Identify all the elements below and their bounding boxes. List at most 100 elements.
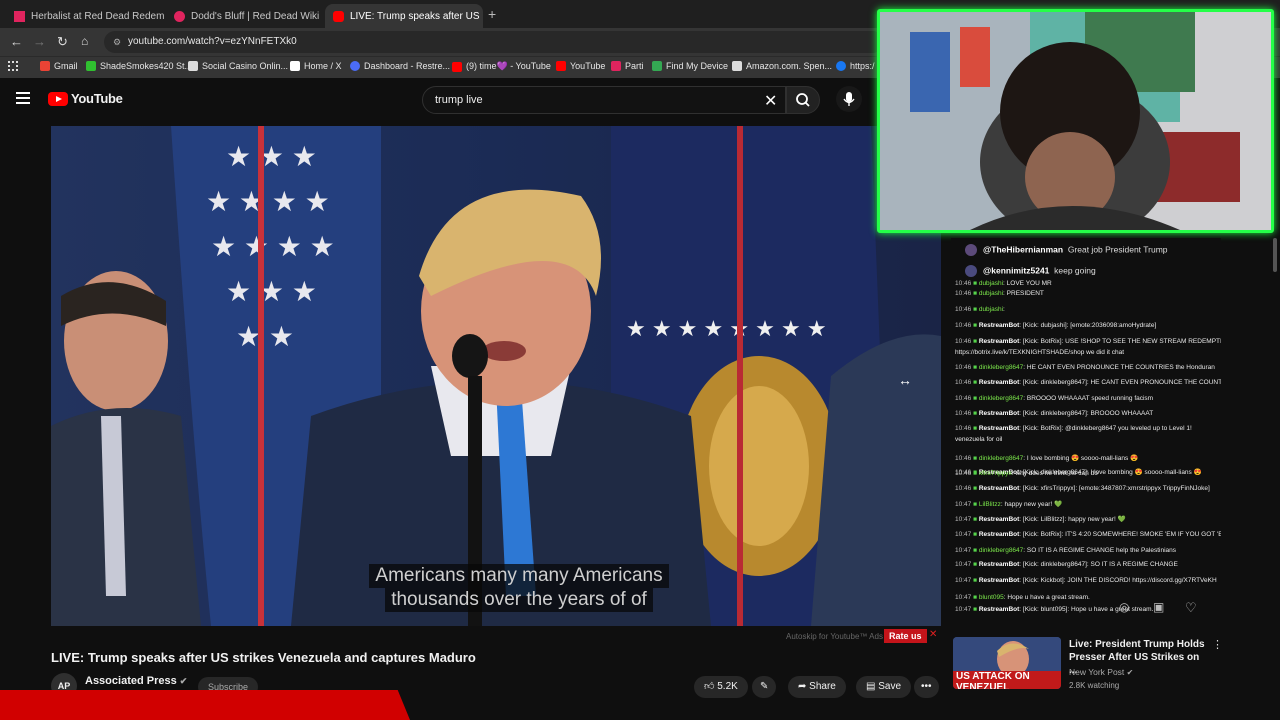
chat-username: RestreamBot	[978, 577, 1020, 584]
overlay-chat-line: 10:47 ■ RestreamBot: [Kick: dinkleberg86…	[955, 561, 1178, 568]
caption-line-1: Americans many many Americans	[369, 564, 669, 588]
caption-line-2: thousands over the years of of	[385, 588, 653, 612]
chat-panel: @TheHibernianman Great job President Tru…	[951, 238, 1221, 620]
youtube-play-icon	[48, 91, 68, 106]
bookmark-amazon[interactable]: Amazon.com. Spen...	[732, 61, 832, 71]
chat-text: [Kick: BotRix]: IT'S 4:20 SOMEWHERE! SMO…	[1022, 531, 1221, 538]
overlay-chat-line: venezuela for oil	[955, 436, 1002, 443]
close-rate-icon[interactable]: ✕	[929, 629, 937, 640]
bookmark-https[interactable]: https:/	[836, 61, 875, 71]
amazon-icon	[732, 61, 742, 71]
chat-username: RestreamBot	[978, 410, 1020, 417]
youtube-icon	[556, 61, 566, 71]
chat-scrollbar[interactable]	[1272, 238, 1278, 683]
thumbnail-text: US ATTACK ON VENEZUEL	[956, 671, 1030, 689]
rate-us-button[interactable]: Rate us	[884, 629, 927, 643]
video-player[interactable]: ★ ★ ★ ★ ★ ★ ★ ★ ★ ★ ★ ★ ★ ★ ★ ★ ★ ★ ★ ★ …	[51, 126, 941, 626]
chat-text: Hope u have a great stream.	[1007, 594, 1090, 601]
channel-name[interactable]: Associated Press ✔	[85, 675, 187, 687]
video-captions: Americans many many Americans thousands …	[369, 564, 669, 612]
tab-live-trump[interactable]: LIVE: Trump speaks after US ✕	[325, 4, 483, 28]
overlay-chat-line: 10:46 ■ RestreamBot: [Kick: dinkleberg86…	[955, 410, 1153, 417]
overlay-chat-line: 10:46 ■ dinkleberg8647: I love bombing 😍…	[955, 454, 1138, 462]
voice-search-button[interactable]	[836, 86, 862, 112]
chat-username: RestreamBot	[978, 561, 1020, 568]
youtube-header: YouTube trump live ✕	[0, 78, 900, 122]
chat-timestamp: 10:46	[955, 455, 972, 462]
apps-grid-icon[interactable]	[8, 61, 18, 71]
bookmark-find-my-device[interactable]: Find My Device	[652, 61, 728, 71]
chat-timestamp: 10:47	[955, 594, 972, 601]
more-vertical-icon[interactable]: ⋮	[1212, 638, 1223, 651]
save-icon: ▤	[866, 681, 876, 692]
new-tab-button[interactable]: +	[488, 6, 496, 22]
facebook-icon	[836, 61, 846, 71]
bookmark-youtube[interactable]: YouTube	[556, 61, 605, 71]
overlay-chat-line: 10:46 ■ dubjashi: LOVE YOU MR	[955, 280, 1052, 287]
youtube-favicon-icon	[333, 10, 344, 22]
kick-icon: ■	[971, 455, 979, 462]
like-button[interactable]: 👍︎ 5.2K	[694, 676, 748, 698]
clear-search-icon[interactable]: ✕	[764, 91, 777, 111]
chat-separator: :	[1003, 306, 1005, 313]
site-info-icon[interactable]: ⚙	[113, 31, 121, 53]
save-button[interactable]: ▤ Save	[856, 676, 912, 698]
kick-icon: ■	[971, 501, 979, 508]
chat-timestamp: 10:46	[955, 290, 972, 297]
bookmark-x[interactable]: Home / X	[290, 61, 342, 71]
recommended-thumbnail[interactable]: US ATTACK ON VENEZUEL	[953, 637, 1061, 689]
back-arrow-icon[interactable]: ←	[10, 34, 23, 49]
scrollbar-thumb[interactable]	[1273, 238, 1277, 272]
more-actions-button[interactable]: •••	[914, 676, 939, 698]
chat-text: [Kick: dinkleberg8647]: SO IT IS A REGIM…	[1022, 561, 1178, 568]
chat-timestamp: 10:46	[955, 306, 972, 313]
url-field[interactable]: ⚙ youtube.com/watch?v=ezYNnFETXk0	[104, 31, 884, 53]
tab-dodds-bluff[interactable]: Dodd's Bluff | Red Dead Wiki | ✕	[166, 4, 322, 28]
search-icon	[796, 93, 810, 107]
chat-username: dubjashi	[978, 306, 1004, 313]
search-button[interactable]	[786, 86, 820, 114]
bookmark-restream[interactable]: Dashboard - Restre...	[350, 61, 450, 71]
bookmark-gmail[interactable]: Gmail	[40, 61, 78, 71]
chat-timestamp: 10:46	[955, 379, 972, 386]
chat-text: happy new year! 💚	[1004, 501, 1063, 508]
search-input[interactable]: trump live	[422, 86, 786, 114]
kick-icon: ■	[971, 379, 979, 386]
reload-icon[interactable]: ↻	[57, 34, 68, 50]
tab-close-icon[interactable]: ✕	[480, 10, 484, 23]
chat-username: RestreamBot	[978, 425, 1020, 432]
bookmark-social-casino[interactable]: Social Casino Onlin...	[188, 61, 288, 71]
chat-text: [Kick: BotRix]: @dinkleberg8647 you leve…	[1022, 425, 1192, 432]
tab-herbalist[interactable]: Herbalist at Red Dead Redemp ✕	[6, 4, 164, 28]
kick-icon: ■	[971, 516, 979, 523]
heart-icon[interactable]: ♡	[1185, 600, 1197, 616]
chat-timestamp: 10:46	[955, 395, 972, 402]
home-icon[interactable]: ⌂	[81, 34, 88, 48]
chat-timestamp: 10:47	[955, 561, 972, 568]
forward-arrow-icon[interactable]: →	[33, 34, 46, 49]
chat-username: LilBlitzz	[978, 501, 1001, 508]
chat-username: dubjashi	[978, 280, 1004, 287]
resize-cursor-icon: ↔	[898, 372, 912, 388]
share-button[interactable]: ➦ Share	[788, 676, 846, 698]
thumbs-up-icon: 👍︎	[704, 681, 715, 692]
overlay-chat-line: 10:47 ■ blunt095: Hope u have a great st…	[955, 594, 1090, 601]
youtube-logo[interactable]: YouTube	[48, 91, 123, 106]
chat-username: dinkleberg8647	[978, 364, 1024, 371]
webcam-feed	[880, 12, 1271, 230]
find-device-icon	[652, 61, 662, 71]
kick-icon: ■	[971, 290, 979, 297]
svg-text:★ ★ ★: ★ ★ ★	[226, 141, 317, 172]
chat-username: dubjashi	[978, 290, 1004, 297]
hamburger-menu-icon[interactable]	[16, 92, 30, 104]
dislike-button[interactable]: ✎	[752, 676, 777, 698]
recommended-channel[interactable]: New York Post ✔	[1069, 667, 1133, 677]
bookmark-time-youtube[interactable]: (9) time💜 - YouTube	[452, 61, 551, 72]
chat-gift-icon[interactable]: ▣	[1153, 600, 1164, 614]
bookmark-shadesmokes[interactable]: ShadeSmokes420 St...	[86, 61, 192, 71]
chat-text: [Kick: Kickbot]: JOIN THE DISCORD! https…	[1022, 577, 1217, 584]
stream-overlay-red-banner	[0, 690, 410, 720]
avatar	[965, 265, 977, 277]
bookmark-parti[interactable]: Parti	[611, 61, 644, 71]
chat-reaction-icon[interactable]: ◎	[1119, 600, 1129, 614]
